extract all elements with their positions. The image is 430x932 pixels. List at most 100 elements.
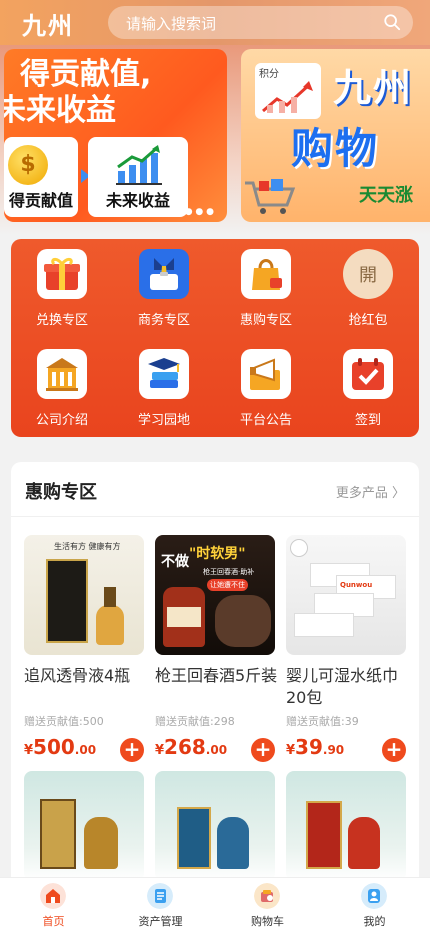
product-image[interactable] <box>155 771 275 881</box>
tab-label: 首页 <box>42 915 65 928</box>
points-panel: 积分 <box>255 63 321 119</box>
growth-chart-icon <box>116 145 162 185</box>
tab-label: 资产管理 <box>138 915 183 928</box>
divider <box>11 516 419 517</box>
add-to-cart-button[interactable]: + <box>120 738 144 762</box>
tab-label: 购物车 <box>251 915 284 928</box>
app-logo: 九州 <box>22 11 74 40</box>
red-envelope-icon: 開 <box>343 249 393 299</box>
product-price: ¥500.00 <box>24 735 96 759</box>
menu-item-red-envelope[interactable]: 開 抢红包 <box>317 239 419 329</box>
banner-slide-contribution[interactable]: 得贡献值, 未来收益 $ 得贡献值 未来收益 ● ● ● ● <box>4 49 227 222</box>
menu-item-announcement[interactable]: 平台公告 <box>215 339 317 429</box>
menu-item-exchange[interactable]: 兑换专区 <box>11 239 113 329</box>
document-icon <box>147 883 173 909</box>
banner-card-contribution: $ 得贡献值 <box>4 137 78 217</box>
menu-label: 兑换专区 <box>35 313 88 328</box>
menu-item-business[interactable]: 商务专区 <box>113 239 215 329</box>
menu-item-checkin[interactable]: 签到 <box>317 339 419 429</box>
calendar-check-icon <box>343 349 393 399</box>
feature-menu: 兑换专区 商务专区 惠购专区 開 抢红包 公司介绍 学习园地 平台公告 签到 <box>11 239 419 437</box>
tab-assets[interactable]: 资产管理 <box>107 878 214 932</box>
product-image[interactable] <box>24 771 144 881</box>
product-image[interactable] <box>286 771 406 881</box>
building-icon <box>37 349 87 399</box>
menu-label: 签到 <box>354 413 381 428</box>
section-title: 惠购专区 <box>25 482 97 503</box>
product-name: 婴儿可湿水纸巾20包 <box>286 666 399 707</box>
menu-label: 商务专区 <box>137 313 190 328</box>
banner-tagline: 天天涨 <box>359 185 413 206</box>
user-icon <box>361 883 387 909</box>
carousel-indicator: ● ● ● ● <box>174 207 214 217</box>
search-bar[interactable]: 请输入搜索词 <box>108 6 413 39</box>
product-image-caption: "时软男" <box>189 546 246 562</box>
product-card[interactable]: 不做 "时软男" 枪王回春酒·助补 让她遭不住 枪王回春酒5斤装 赠送贡献值:2… <box>155 535 277 775</box>
cart-icon <box>254 883 280 909</box>
product-name: 追风透骨液4瓶 <box>24 666 131 685</box>
books-icon <box>139 349 189 399</box>
price-decimal: .00 <box>205 743 228 757</box>
product-image-caption: 生活有方 健康有方 <box>54 542 121 551</box>
banner-slide-shopping[interactable]: 积分 九州 购物 天天涨 <box>241 49 430 222</box>
menu-label: 平台公告 <box>239 413 292 428</box>
tab-cart[interactable]: 购物车 <box>214 878 321 932</box>
banner-shopping-text: 购物 <box>291 124 380 173</box>
price-currency: ¥ <box>24 743 34 758</box>
product-image: 不做 "时软男" 枪王回春酒·助补 让她遭不住 <box>155 535 275 655</box>
coin-icon: $ <box>8 145 48 185</box>
points-label: 积分 <box>259 69 279 80</box>
product-contribution: 赠送贡献值:298 <box>155 715 235 728</box>
banner-card-label: 得贡献值 <box>8 191 73 210</box>
banner-card-future-income: 未来收益 <box>88 137 188 217</box>
product-contribution: 赠送贡献值:500 <box>24 715 104 728</box>
tab-home[interactable]: 首页 <box>0 878 107 932</box>
search-icon[interactable] <box>383 13 401 31</box>
menu-label: 学习园地 <box>137 413 190 428</box>
shopping-cart-icon <box>245 179 296 214</box>
product-card[interactable]: Qunwou 婴儿可湿水纸巾20包 赠送贡献值:39 ¥39.90 + <box>286 535 406 775</box>
banner-title-line2: 未来收益 <box>4 93 116 128</box>
product-image: Qunwou <box>286 535 406 655</box>
shopping-bag-icon <box>241 249 291 299</box>
red-envelope-glyph: 開 <box>359 265 377 286</box>
menu-item-learning[interactable]: 学习园地 <box>113 339 215 429</box>
home-icon <box>40 883 66 909</box>
product-contribution: 赠送贡献值:39 <box>286 715 359 728</box>
price-currency: ¥ <box>286 743 296 758</box>
menu-item-company[interactable]: 公司介绍 <box>11 339 113 429</box>
menu-item-discount[interactable]: 惠购专区 <box>215 239 317 329</box>
product-price: ¥268.00 <box>155 735 227 759</box>
price-integer: 500 <box>33 735 75 759</box>
briefcase-icon <box>139 249 189 299</box>
menu-label: 惠购专区 <box>239 313 292 328</box>
header-bar: 九州 请输入搜索词 <box>0 0 430 45</box>
price-integer: 39 <box>295 735 323 759</box>
gift-icon <box>37 249 87 299</box>
price-decimal: .90 <box>322 743 345 757</box>
price-currency: ¥ <box>155 743 165 758</box>
product-image-caption: 不做 <box>161 554 189 570</box>
menu-label: 公司介绍 <box>35 413 88 428</box>
banner-title-line1: 得贡献值, <box>20 57 152 92</box>
tab-label: 我的 <box>363 915 386 928</box>
price-decimal: .00 <box>74 743 97 757</box>
product-price: ¥39.90 <box>286 735 344 759</box>
product-image-caption: Qunwou <box>340 581 373 589</box>
banner-card-label: 未来收益 <box>105 191 170 210</box>
price-integer: 268 <box>164 735 206 759</box>
menu-label: 抢红包 <box>348 313 388 328</box>
more-products-link[interactable]: 更多产品 〉 <box>336 482 405 501</box>
add-to-cart-button[interactable]: + <box>251 738 275 762</box>
add-to-cart-button[interactable]: + <box>382 738 406 762</box>
search-input[interactable]: 请输入搜索词 <box>126 13 216 34</box>
product-card[interactable]: 生活有方 健康有方 追风透骨液4瓶 赠送贡献值:500 ¥500.00 + <box>24 535 144 775</box>
product-image-caption: 枪王回春酒·助补 <box>203 568 255 576</box>
product-image-caption: 让她遭不住 <box>207 579 248 591</box>
bottom-tabbar: 首页 资产管理 购物车 我的 <box>0 877 430 932</box>
product-image: 生活有方 健康有方 <box>24 535 144 655</box>
discount-section: 惠购专区 更多产品 〉 生活有方 健康有方 追风透骨液4瓶 赠送贡献值:500 … <box>11 462 419 932</box>
tab-profile[interactable]: 我的 <box>321 878 428 932</box>
banner-brand-text: 九州 <box>333 66 414 110</box>
rising-chart-icon <box>262 81 313 113</box>
